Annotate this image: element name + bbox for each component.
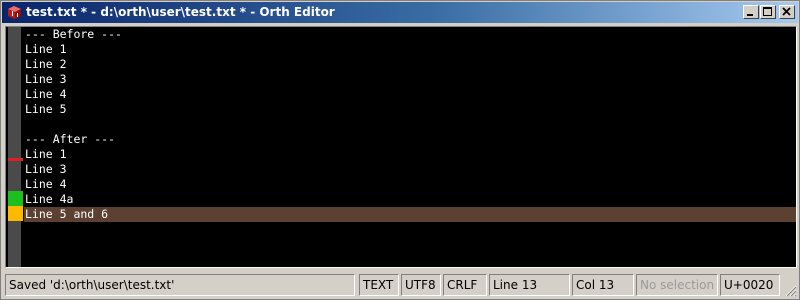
editor-line[interactable]: --- Before --- [24, 27, 796, 42]
editor-line[interactable] [24, 117, 796, 132]
editor-line[interactable]: Line 5 [24, 102, 796, 117]
line-ending-indicator[interactable]: CRLF [443, 274, 487, 296]
editor-line[interactable]: Line 3 [24, 162, 796, 177]
close-icon [782, 7, 791, 16]
encoding-indicator[interactable]: UTF8 [401, 274, 441, 296]
text-editor[interactable]: --- Before --- Line 1 Line 2 Line 3 Line… [5, 26, 797, 268]
close-button[interactable] [779, 5, 795, 19]
gutter-strip [8, 27, 23, 267]
title-bar[interactable]: test.txt * - d:\orth\user\test.txt * - O… [2, 2, 798, 23]
editor-window: test.txt * - d:\orth\user\test.txt * - O… [0, 0, 800, 300]
minimize-icon [747, 14, 753, 16]
editor-line[interactable]: Line 2 [24, 57, 796, 72]
diff-gutter [6, 27, 23, 267]
column-indicator: Col 13 [572, 274, 634, 296]
app-icon[interactable] [7, 5, 22, 20]
editor-line[interactable]: --- After --- [24, 132, 796, 147]
mode-indicator[interactable]: TEXT [359, 274, 399, 296]
deleted-line-marker [8, 158, 23, 161]
editor-line[interactable]: Line 4 [24, 87, 796, 102]
window-title: test.txt * - d:\orth\user\test.txt * - O… [26, 5, 335, 19]
minimize-button[interactable] [743, 5, 759, 19]
maximize-button[interactable] [760, 5, 776, 19]
line-indicator: Line 13 [489, 274, 570, 296]
status-bar: Saved 'd:\orth\user\test.txt' TEXT UTF8 … [5, 274, 797, 297]
editor-line[interactable]: Line 3 [24, 72, 796, 87]
added-line-marker [8, 191, 23, 206]
maximize-icon [763, 7, 772, 16]
status-message: Saved 'd:\orth\user\test.txt' [5, 274, 355, 296]
selection-indicator: No selection [636, 274, 718, 296]
char-code-indicator: U+0020 [720, 274, 780, 296]
text-area[interactable]: --- Before --- Line 1 Line 2 Line 3 Line… [24, 27, 796, 267]
editor-line[interactable]: Line 1 [24, 42, 796, 57]
editor-line[interactable]: Line 4a [24, 192, 796, 207]
current-line[interactable]: Line 5 and 6 [24, 207, 796, 222]
editor-line[interactable]: Line 1 [24, 147, 796, 162]
modified-line-marker [8, 206, 23, 221]
editor-line[interactable]: Line 4 [24, 177, 796, 192]
resize-grip-icon[interactable] [785, 285, 797, 297]
